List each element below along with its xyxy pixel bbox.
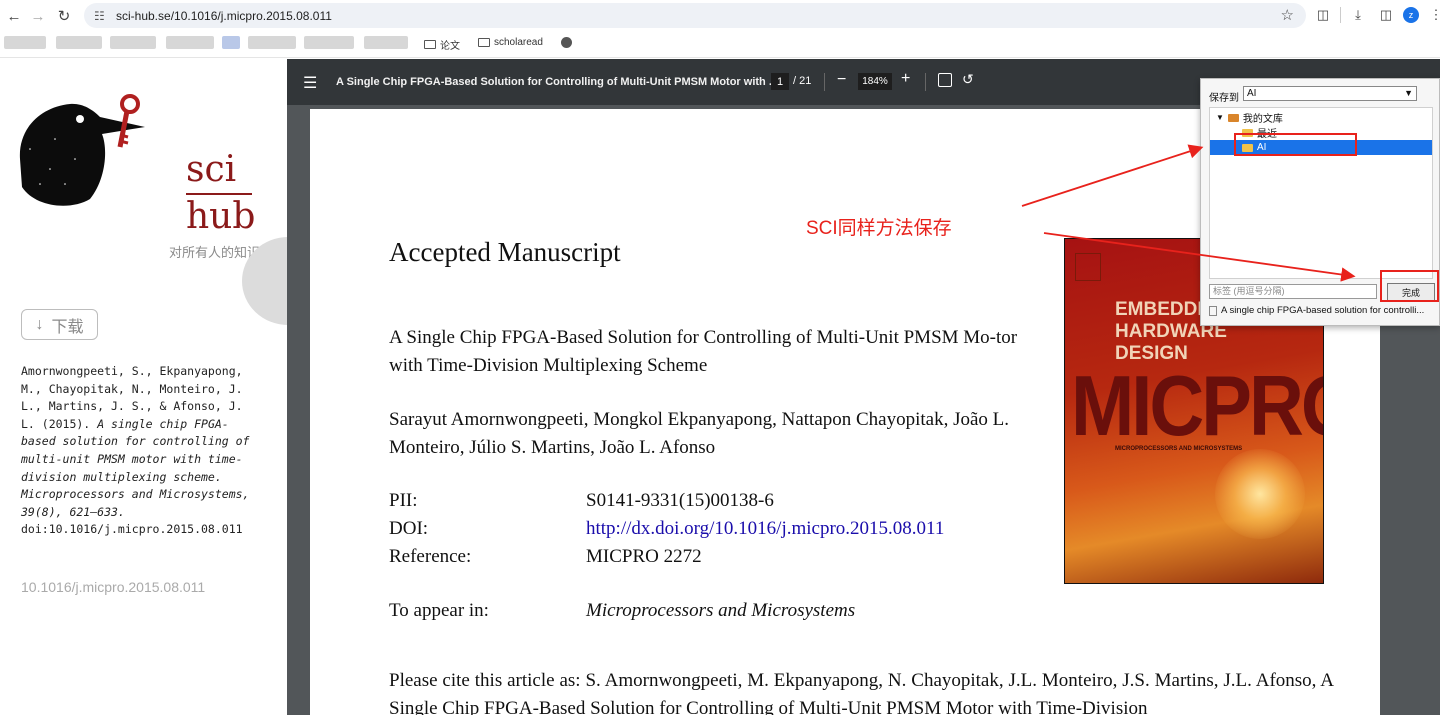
citation-title: A single chip FPGA-based solution for co… (21, 416, 250, 519)
selected-collection: AI (1247, 88, 1257, 99)
toolbar-divider (925, 73, 926, 91)
saved-item-title: A single chip FPGA-based solution for co… (1221, 305, 1425, 316)
raven-logo-icon (19, 94, 145, 206)
bookmark-folder-scholaread[interactable]: scholaread (478, 37, 543, 48)
globe-icon (561, 37, 572, 48)
pdf-cite-paragraph: Please cite this article as: S. Amornwon… (389, 670, 1334, 715)
bookmark-star-icon[interactable]: ☆ (1281, 6, 1294, 24)
expand-triangle-icon: ▼ (1216, 113, 1224, 122)
bookmark-globe[interactable] (561, 37, 572, 48)
pdf-meta-reference: Reference: MICPRO 2272 (389, 543, 702, 571)
tagline: 对所有人的知识 (169, 246, 261, 261)
logo-divider (186, 193, 252, 195)
menu-icon[interactable]: ☰ (303, 73, 317, 93)
pdf-heading: Accepted Manuscript (389, 237, 621, 267)
blurred-bookmark[interactable] (110, 36, 156, 49)
pdf-meta-doi: DOI: http://dx.doi.org/10.1016/j.micpro.2… (389, 515, 944, 543)
page-total: / 21 (793, 75, 812, 87)
pdf-meta-pii: PII: S0141-9331(15)00138-6 (389, 487, 774, 515)
zoom-out-icon[interactable]: − (837, 71, 846, 89)
blurred-bookmark[interactable] (166, 36, 214, 49)
tree-item-library[interactable]: ▼ 我的文库 (1210, 110, 1432, 125)
doi-link[interactable]: 10.1016/j.micpro.2015.08.011 (21, 579, 205, 595)
bookmarks-bar (0, 31, 1440, 58)
citation-text: Amornwongpeeti, S., Ekpanyapong, M., Cha… (21, 363, 261, 539)
blurred-bookmark[interactable] (364, 36, 408, 49)
cover-glow (1215, 449, 1305, 539)
pdf-authors: Sarayut Amornwongpeeti, Mongkol Ekpanyap… (389, 409, 1010, 458)
tree-item-label: 我的文库 (1242, 114, 1283, 125)
library-icon (1227, 113, 1239, 122)
blurred-bookmark[interactable] (304, 36, 354, 49)
site-info-icon[interactable]: ☷ (94, 9, 112, 23)
profile-avatar[interactable]: z (1403, 7, 1419, 23)
bookmark-folder-papers[interactable]: 论文 (424, 37, 460, 52)
sidepanel-icon[interactable]: ◫ (1375, 4, 1397, 26)
folder-icon (424, 40, 436, 49)
scihub-wordmark: sci hub (186, 151, 255, 236)
meta-key: DOI: (389, 518, 429, 539)
download-button[interactable]: ↓ 下载 (21, 309, 98, 340)
zoom-input[interactable]: 184% (858, 73, 892, 90)
chevron-down-icon: ▼ (1404, 88, 1413, 98)
menu-icon[interactable]: ⋮ (1425, 4, 1440, 26)
scihub-sidebar: sci hub 对所有人的知识 ↓ 下载 Amornwongpeeti, S.,… (0, 59, 288, 715)
toolbar-divider (824, 73, 825, 91)
pdf-title: A Single Chip FPGA-Based Solution for Co… (336, 76, 778, 88)
blurred-bookmark[interactable] (4, 36, 46, 49)
annotation-box-done (1380, 270, 1439, 302)
browser-toolbar: ← → ↻ ☷ sci-hub.se/10.1016/j.micpro.2015… (0, 0, 1440, 31)
saved-item: A single chip FPGA-based solution for co… (1209, 305, 1424, 316)
forward-icon[interactable]: → (24, 2, 52, 30)
pdf-meta-appear: To appear in: Microprocessors and Microsy… (389, 597, 855, 625)
annotation-box-folder (1234, 133, 1357, 156)
blurred-bookmark[interactable] (56, 36, 102, 49)
arrow-down-icon: ↓ (35, 315, 44, 333)
cover-subtitle: MICROPROCESSORS AND MICROSYSTEMS (1115, 446, 1243, 452)
extensions-icon[interactable]: ◫ (1312, 4, 1334, 26)
logo-line-hub: hub (186, 196, 256, 237)
folder-icon (478, 38, 490, 47)
bookmark-label: 论文 (440, 41, 460, 52)
journal-name: Microprocessors and Microsystems (586, 600, 856, 621)
url-text: sci-hub.se/10.1016/j.micpro.2015.08.011 (116, 8, 332, 23)
document-icon (1209, 305, 1217, 316)
pdf-article-title: A Single Chip FPGA-Based Solution for Co… (389, 327, 1018, 376)
meta-key: PII: (389, 490, 418, 511)
meta-value: MICPRO 2272 (586, 546, 702, 567)
save-to-label: 保存到 (1209, 93, 1239, 104)
doi-hyperlink[interactable]: http://dx.doi.org/10.1016/j.micpro.2015.… (586, 518, 944, 539)
reload-icon[interactable]: ↻ (50, 2, 78, 30)
cover-journal-title: MICPRO (1071, 358, 1323, 455)
zoom-in-icon[interactable]: + (901, 70, 910, 88)
rotate-icon[interactable]: ↺ (962, 71, 974, 88)
address-bar[interactable]: ☷ sci-hub.se/10.1016/j.micpro.2015.08.01… (84, 3, 1306, 28)
citation-doi: doi:10.1016/j.micpro.2015.08.011 (21, 522, 243, 537)
fit-page-icon[interactable] (938, 73, 952, 87)
annotation-text: SCI同样方法保存 (806, 218, 952, 239)
meta-key: Reference: (389, 546, 472, 567)
toolbar-divider (1340, 7, 1341, 23)
download-label: 下载 (51, 318, 84, 336)
collection-select[interactable]: AI ▼ (1243, 86, 1417, 101)
meta-key: To appear in: (389, 600, 489, 621)
blurred-bookmark[interactable] (222, 36, 240, 49)
meta-value: S0141-9331(15)00138-6 (586, 490, 774, 511)
tags-input[interactable]: 标签 (用逗号分隔) (1209, 284, 1377, 299)
blurred-bookmark[interactable] (248, 36, 296, 49)
logo-line-sci: sci (186, 149, 237, 190)
download-icon[interactable]: ⤓ (1347, 4, 1369, 26)
bookmark-label: scholaread (494, 37, 543, 48)
elsevier-logo-icon (1075, 253, 1101, 281)
page-number-input[interactable]: 1 (771, 73, 789, 90)
